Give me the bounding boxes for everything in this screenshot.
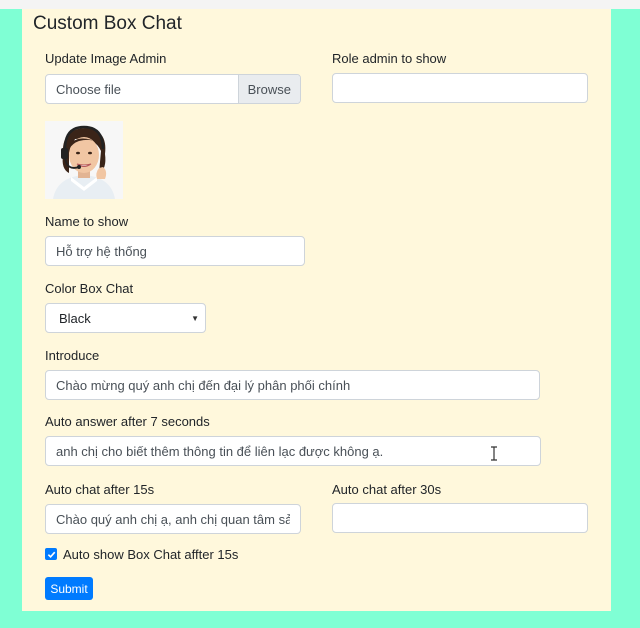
role-admin-label: Role admin to show <box>332 51 447 66</box>
auto-chat-15-label: Auto chat after 15s <box>45 482 155 497</box>
auto-show-label: Auto show Box Chat affter 15s <box>63 547 239 562</box>
top-strip <box>0 0 640 9</box>
auto-chat-15-input[interactable] <box>45 504 301 534</box>
color-selected-value: Black <box>59 310 91 326</box>
name-to-show-label: Name to show <box>45 214 129 229</box>
support-agent-avatar <box>45 121 123 199</box>
custom-box-chat-panel: Custom Box Chat Update Image Admin Choos… <box>22 9 611 611</box>
page-title: Custom Box Chat <box>33 13 182 34</box>
auto-chat-30-input[interactable] <box>332 503 588 533</box>
color-box-chat-select[interactable]: Black ▼ <box>45 303 206 333</box>
role-admin-input[interactable] <box>332 73 588 103</box>
browse-button[interactable]: Browse <box>237 75 300 103</box>
auto-answer-input[interactable] <box>45 436 541 466</box>
caret-down-icon: ▼ <box>191 313 199 323</box>
auto-show-checkbox[interactable] <box>45 548 57 560</box>
update-image-file-input[interactable]: Choose file Browse <box>45 74 301 104</box>
update-image-label: Update Image Admin <box>45 51 167 66</box>
auto-answer-label: Auto answer after 7 seconds <box>45 414 210 429</box>
introduce-input[interactable] <box>45 370 540 400</box>
checkmark-icon <box>47 551 55 558</box>
auto-chat-30-label: Auto chat after 30s <box>332 482 442 497</box>
introduce-label: Introduce <box>45 348 100 363</box>
name-to-show-input[interactable] <box>45 236 305 266</box>
text-cursor-icon <box>491 446 497 461</box>
color-box-chat-label: Color Box Chat <box>45 281 134 296</box>
file-placeholder: Choose file <box>56 81 122 97</box>
submit-button[interactable]: Submit <box>45 577 93 600</box>
